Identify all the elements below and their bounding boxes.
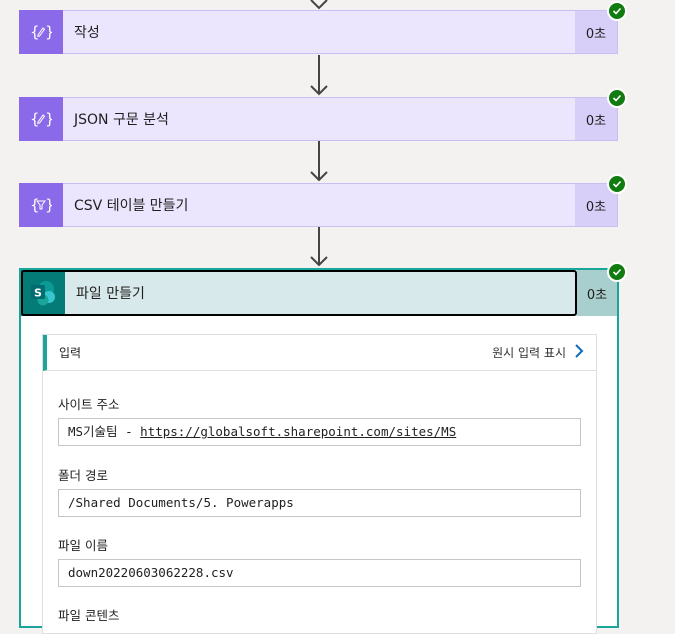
- inputs-label: 입력: [59, 346, 82, 360]
- svg-text:}: }: [45, 23, 52, 41]
- svg-text:}: }: [45, 196, 52, 214]
- step-title: JSON 구문 분석: [74, 112, 169, 128]
- step-create-file-card: S 파일 만들기 0초 입력 원시 입력 표시 사이트 주소 MS기술팀 - h…: [19, 268, 619, 634]
- connector-arrow: [309, 227, 329, 268]
- step-create-csv-table[interactable]: {} CSV 테이블 만들기 0초: [19, 182, 618, 227]
- file-name-field[interactable]: down20220603062228.csv: [58, 559, 581, 587]
- inputs-header: 입력 원시 입력 표시: [43, 335, 596, 371]
- svg-text:{: {: [30, 23, 40, 41]
- step-title: CSV 테이블 만들기: [74, 198, 189, 214]
- file-content-label: 파일 콘텐츠: [58, 608, 120, 623]
- chevron-right-icon[interactable]: [574, 343, 584, 362]
- file-name-label: 파일 이름: [58, 538, 108, 553]
- site-address-label: 사이트 주소: [58, 397, 120, 412]
- connector-arrow: [309, 141, 329, 183]
- svg-text:}: }: [45, 110, 52, 128]
- step-create-file-header[interactable]: S 파일 만들기 0초: [21, 270, 617, 316]
- braces-filter-icon: {}: [19, 182, 63, 227]
- connector-arrow: [309, 0, 329, 10]
- site-url-link[interactable]: https://globalsoft.sharepoint.com/sites/…: [140, 424, 456, 439]
- success-check-icon: [607, 262, 627, 282]
- inputs-section: 입력 원시 입력 표시 사이트 주소 MS기술팀 - https://globa…: [42, 334, 597, 634]
- success-check-icon: [607, 174, 627, 194]
- braces-pencil-icon: {}: [19, 9, 63, 54]
- selection-outline: [21, 270, 577, 316]
- success-check-icon: [607, 88, 627, 108]
- step-parse-json[interactable]: {} JSON 구문 분석 0초: [19, 96, 618, 141]
- step-compose[interactable]: {} 작성 0초: [19, 9, 618, 54]
- connector-arrow: [309, 55, 329, 97]
- svg-text:{: {: [30, 196, 40, 214]
- folder-path-field[interactable]: /Shared Documents/5. Powerapps: [58, 489, 581, 517]
- site-address-field[interactable]: MS기술팀 - https://globalsoft.sharepoint.co…: [58, 418, 581, 446]
- folder-path-label: 폴더 경로: [58, 468, 108, 483]
- braces-pencil-icon: {}: [19, 96, 63, 141]
- step-title: 작성: [74, 25, 100, 41]
- site-name-text: MS기술팀 -: [68, 424, 141, 439]
- svg-text:{: {: [30, 110, 40, 128]
- show-raw-inputs-link[interactable]: 원시 입력 표시: [492, 344, 566, 361]
- success-check-icon: [607, 1, 627, 21]
